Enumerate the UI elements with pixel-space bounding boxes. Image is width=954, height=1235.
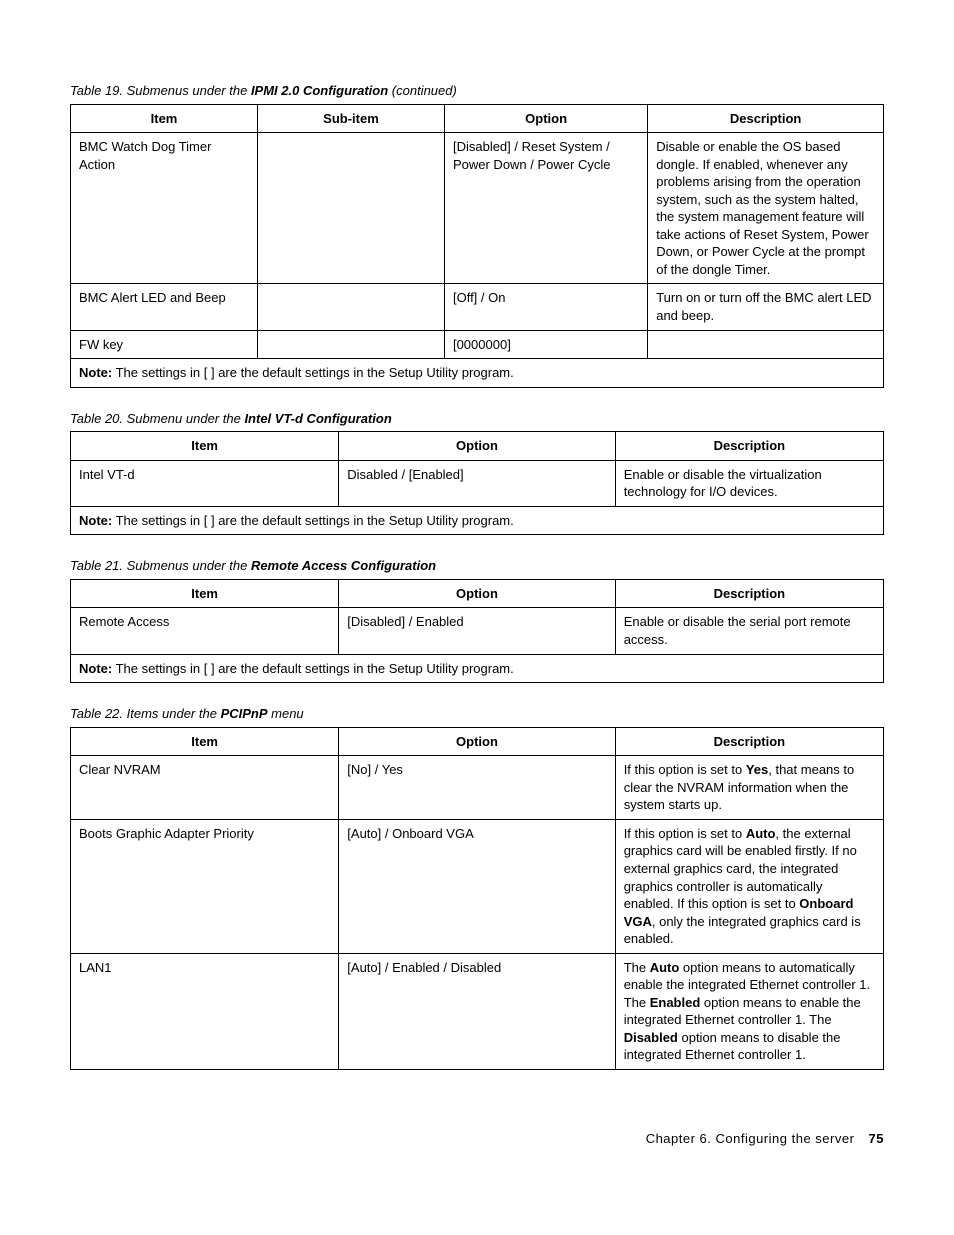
table-row: FW key [0000000] [71, 330, 884, 359]
caption-text: Table 21. Submenus under the [70, 558, 251, 573]
cell-subitem [257, 330, 444, 359]
caption-suffix: (continued) [388, 83, 457, 98]
table22: Item Option Description Clear NVRAM [No]… [70, 727, 884, 1070]
col-item: Item [71, 579, 339, 608]
col-option: Option [444, 104, 647, 133]
table20-caption: Table 20. Submenu under the Intel VT-d C… [70, 410, 884, 428]
cell-item: Remote Access [71, 608, 339, 654]
note-text: The settings in [ ] are the default sett… [112, 365, 514, 380]
cell-subitem [257, 133, 444, 284]
cell-option: [Off] / On [444, 284, 647, 330]
footer-page-number: 75 [869, 1131, 884, 1146]
col-description: Description [615, 727, 883, 756]
table-row: Remote Access [Disabled] / Enabled Enabl… [71, 608, 884, 654]
caption-bold: PCIPnP [221, 706, 268, 721]
table-row: BMC Watch Dog Timer Action [Disabled] / … [71, 133, 884, 284]
col-item: Item [71, 104, 258, 133]
caption-bold: IPMI 2.0 Configuration [251, 83, 388, 98]
col-item: Item [71, 432, 339, 461]
cell-description: The Auto option means to automatically e… [615, 953, 883, 1069]
cell-option: [0000000] [444, 330, 647, 359]
cell-description: If this option is set to Auto, the exter… [615, 819, 883, 953]
caption-text: Table 20. Submenu under the [70, 411, 244, 426]
cell-option: [Auto] / Onboard VGA [339, 819, 615, 953]
cell-option: [Disabled] / Reset System / Power Down /… [444, 133, 647, 284]
page-footer: Chapter 6. Configuring the server 75 [70, 1130, 884, 1148]
table-header-row: Item Option Description [71, 432, 884, 461]
cell-description: Turn on or turn off the BMC alert LED an… [648, 284, 884, 330]
cell-item: Clear NVRAM [71, 756, 339, 820]
cell-option: Disabled / [Enabled] [339, 460, 615, 506]
table22-caption: Table 22. Items under the PCIPnP menu [70, 705, 884, 723]
caption-suffix: menu [268, 706, 304, 721]
cell-item: LAN1 [71, 953, 339, 1069]
note-cell: Note: The settings in [ ] are the defaul… [71, 359, 884, 388]
table-row: LAN1 [Auto] / Enabled / Disabled The Aut… [71, 953, 884, 1069]
note-cell: Note: The settings in [ ] are the defaul… [71, 506, 884, 535]
col-description: Description [615, 579, 883, 608]
caption-text: Table 22. Items under the [70, 706, 221, 721]
table20: Item Option Description Intel VT-d Disab… [70, 431, 884, 535]
note-text: The settings in [ ] are the default sett… [112, 513, 514, 528]
cell-option: [Auto] / Enabled / Disabled [339, 953, 615, 1069]
cell-description: If this option is set to Yes, that means… [615, 756, 883, 820]
table-row: BMC Alert LED and Beep [Off] / On Turn o… [71, 284, 884, 330]
note-text: The settings in [ ] are the default sett… [112, 661, 514, 676]
caption-text: Table 19. Submenus under the [70, 83, 251, 98]
col-option: Option [339, 432, 615, 461]
note-label: Note: [79, 365, 112, 380]
cell-item: FW key [71, 330, 258, 359]
table19: Item Sub-item Option Description BMC Wat… [70, 104, 884, 388]
table-note-row: Note: The settings in [ ] are the defaul… [71, 654, 884, 683]
col-option: Option [339, 579, 615, 608]
caption-bold: Intel VT-d Configuration [244, 411, 391, 426]
note-label: Note: [79, 513, 112, 528]
cell-description: Disable or enable the OS based dongle. I… [648, 133, 884, 284]
table-note-row: Note: The settings in [ ] are the defaul… [71, 506, 884, 535]
table-row: Clear NVRAM [No] / Yes If this option is… [71, 756, 884, 820]
col-option: Option [339, 727, 615, 756]
table-row: Boots Graphic Adapter Priority [Auto] / … [71, 819, 884, 953]
table-row: Intel VT-d Disabled / [Enabled] Enable o… [71, 460, 884, 506]
cell-item: BMC Alert LED and Beep [71, 284, 258, 330]
cell-option: [Disabled] / Enabled [339, 608, 615, 654]
table-header-row: Item Option Description [71, 727, 884, 756]
table19-caption: Table 19. Submenus under the IPMI 2.0 Co… [70, 82, 884, 100]
table21: Item Option Description Remote Access [D… [70, 579, 884, 683]
cell-subitem [257, 284, 444, 330]
table-header-row: Item Option Description [71, 579, 884, 608]
cell-item: Boots Graphic Adapter Priority [71, 819, 339, 953]
table-header-row: Item Sub-item Option Description [71, 104, 884, 133]
col-description: Description [615, 432, 883, 461]
footer-chapter: Chapter 6. Configuring the server [646, 1131, 855, 1146]
col-subitem: Sub-item [257, 104, 444, 133]
table21-caption: Table 21. Submenus under the Remote Acce… [70, 557, 884, 575]
table-note-row: Note: The settings in [ ] are the defaul… [71, 359, 884, 388]
note-label: Note: [79, 661, 112, 676]
cell-item: Intel VT-d [71, 460, 339, 506]
caption-bold: Remote Access Configuration [251, 558, 436, 573]
cell-description [648, 330, 884, 359]
note-cell: Note: The settings in [ ] are the defaul… [71, 654, 884, 683]
col-description: Description [648, 104, 884, 133]
cell-item: BMC Watch Dog Timer Action [71, 133, 258, 284]
cell-description: Enable or disable the virtualization tec… [615, 460, 883, 506]
col-item: Item [71, 727, 339, 756]
cell-option: [No] / Yes [339, 756, 615, 820]
cell-description: Enable or disable the serial port remote… [615, 608, 883, 654]
